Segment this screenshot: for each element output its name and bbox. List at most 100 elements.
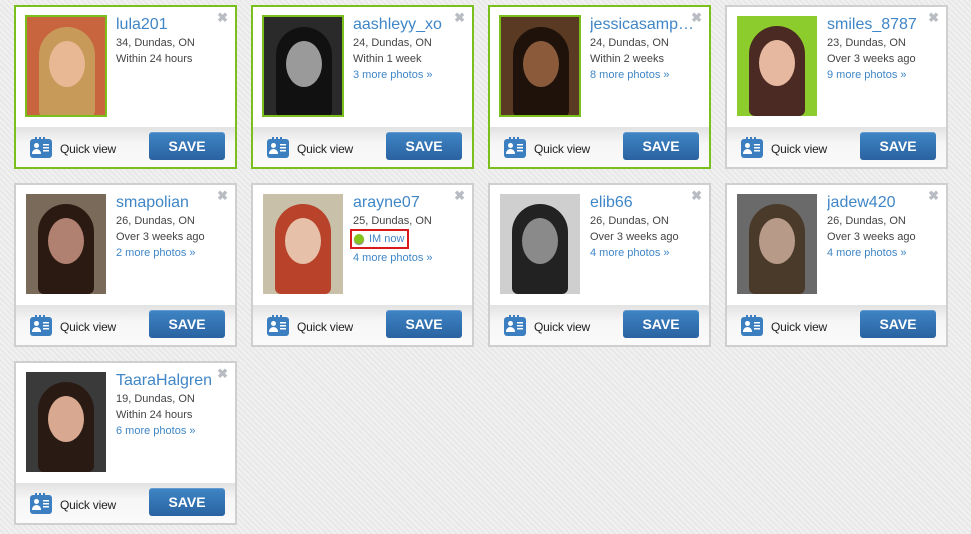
im-now-label: IM now [369, 233, 405, 245]
save-button[interactable]: SAVE [860, 310, 936, 338]
profile-photo[interactable] [499, 15, 581, 117]
profile-details: 26, Dundas, ON [827, 215, 906, 227]
close-icon[interactable]: ✖ [217, 11, 228, 24]
card-footer: Quick view SAVE [16, 483, 235, 523]
card-footer: Quick view SAVE [490, 127, 709, 167]
im-now-button[interactable]: IM now [350, 229, 410, 249]
more-photos-link[interactable]: 4 more photos » [353, 250, 461, 267]
profile-info: jadew420 26, Dundas, ON Over 3 weeks ago… [827, 193, 935, 262]
last-active: Within 1 week [353, 53, 422, 65]
quick-view-label: Quick view [534, 319, 591, 334]
profile-card: TaaraHalgren 19, Dundas, ON Within 24 ho… [14, 361, 237, 525]
save-button[interactable]: SAVE [149, 310, 225, 338]
last-active: Within 24 hours [116, 409, 193, 421]
last-active: Over 3 weeks ago [116, 231, 205, 243]
username-link[interactable]: arayne07 [353, 193, 461, 213]
quick-view-label: Quick view [771, 141, 828, 156]
profile-details: 26, Dundas, ON [590, 215, 669, 227]
quick-view-button[interactable]: Quick view [504, 315, 591, 336]
close-icon[interactable]: ✖ [928, 11, 939, 24]
profile-card: lula201 34, Dundas, ON Within 24 hours ✖… [14, 5, 237, 169]
save-button[interactable]: SAVE [149, 488, 225, 516]
profile-info: smiles_8787 23, Dundas, ON Over 3 weeks … [827, 15, 935, 84]
profile-photo[interactable] [26, 372, 106, 472]
profile-photo[interactable] [263, 194, 343, 294]
close-icon[interactable]: ✖ [217, 367, 228, 380]
profile-photo[interactable] [500, 194, 580, 294]
quick-view-button[interactable]: Quick view [267, 137, 353, 158]
online-status-icon [354, 234, 364, 244]
profile-photo[interactable] [25, 15, 107, 117]
card-footer: Quick view SAVE [253, 127, 472, 167]
quick-view-button[interactable]: Quick view [504, 137, 591, 158]
more-photos-link[interactable]: 2 more photos » [116, 245, 224, 262]
save-button[interactable]: SAVE [623, 310, 699, 338]
close-icon[interactable]: ✖ [454, 189, 465, 202]
quick-view-button[interactable]: Quick view [30, 137, 116, 158]
last-active: Within 2 weeks [590, 53, 664, 65]
contact-card-icon [30, 493, 52, 514]
username-link[interactable]: smiles_8787 [827, 15, 935, 35]
username-link[interactable]: smapolian [116, 193, 224, 213]
profile-info: aashleyy_xo 24, Dundas, ON Within 1 week… [353, 15, 461, 84]
contact-card-icon [741, 137, 763, 158]
save-button[interactable]: SAVE [623, 132, 699, 160]
profile-card: elib66 26, Dundas, ON Over 3 weeks ago 4… [488, 183, 711, 347]
more-photos-link[interactable]: 4 more photos » [827, 245, 935, 262]
username-link[interactable]: jessicasamp… [590, 15, 698, 35]
photo-face [759, 40, 795, 86]
save-button[interactable]: SAVE [386, 310, 462, 338]
photo-face [286, 41, 322, 87]
username-link[interactable]: elib66 [590, 193, 698, 213]
save-button[interactable]: SAVE [386, 132, 462, 160]
profile-details: 26, Dundas, ON [116, 215, 195, 227]
profile-info: jessicasamp… 24, Dundas, ON Within 2 wee… [590, 15, 698, 84]
username-link[interactable]: jadew420 [827, 193, 935, 213]
username-link[interactable]: TaaraHalgren [116, 371, 224, 391]
profile-card: jadew420 26, Dundas, ON Over 3 weeks ago… [725, 183, 948, 347]
contact-card-icon [504, 315, 526, 336]
quick-view-label: Quick view [534, 141, 591, 156]
contact-card-icon [30, 137, 52, 158]
save-button[interactable]: SAVE [149, 132, 225, 160]
profile-photo[interactable] [737, 194, 817, 294]
more-photos-link[interactable]: 4 more photos » [590, 245, 698, 262]
profile-photo[interactable] [737, 16, 817, 116]
quick-view-button[interactable]: Quick view [30, 493, 117, 514]
close-icon[interactable]: ✖ [691, 11, 702, 24]
quick-view-button[interactable]: Quick view [741, 137, 828, 158]
more-photos-link[interactable]: 8 more photos » [590, 67, 698, 84]
username-link[interactable]: lula201 [116, 15, 224, 35]
profile-photo[interactable] [262, 15, 344, 117]
profile-details: 24, Dundas, ON [353, 37, 432, 49]
profile-info: arayne07 25, Dundas, ON IM now 4 more ph… [350, 193, 461, 267]
contact-card-icon [504, 137, 526, 158]
photo-face [48, 218, 84, 264]
card-footer: Quick view SAVE [253, 305, 472, 345]
more-photos-link[interactable]: 3 more photos » [353, 67, 461, 84]
close-icon[interactable]: ✖ [454, 11, 465, 24]
more-photos-link[interactable]: 6 more photos » [116, 423, 224, 440]
quick-view-button[interactable]: Quick view [741, 315, 827, 336]
quick-view-label: Quick view [60, 497, 117, 512]
last-active: Within 24 hours [116, 53, 193, 65]
save-button[interactable]: SAVE [860, 132, 936, 160]
close-icon[interactable]: ✖ [217, 189, 228, 202]
profile-card: smapolian 26, Dundas, ON Over 3 weeks ag… [14, 183, 237, 347]
last-active: Over 3 weeks ago [827, 53, 916, 65]
profile-details: 24, Dundas, ON [590, 37, 669, 49]
quick-view-button[interactable]: Quick view [30, 315, 116, 336]
username-link[interactable]: aashleyy_xo [353, 15, 461, 35]
profile-card: aashleyy_xo 24, Dundas, ON Within 1 week… [251, 5, 474, 169]
close-icon[interactable]: ✖ [691, 189, 702, 202]
photo-face [523, 41, 559, 87]
profile-photo[interactable] [26, 194, 106, 294]
quick-view-button[interactable]: Quick view [267, 315, 354, 336]
more-photos-link[interactable]: 9 more photos » [827, 67, 935, 84]
quick-view-label: Quick view [297, 319, 354, 334]
profile-details: 19, Dundas, ON [116, 393, 195, 405]
close-icon[interactable]: ✖ [928, 189, 939, 202]
card-footer: Quick view SAVE [16, 127, 235, 167]
photo-face [285, 218, 321, 264]
photo-face [49, 41, 85, 87]
